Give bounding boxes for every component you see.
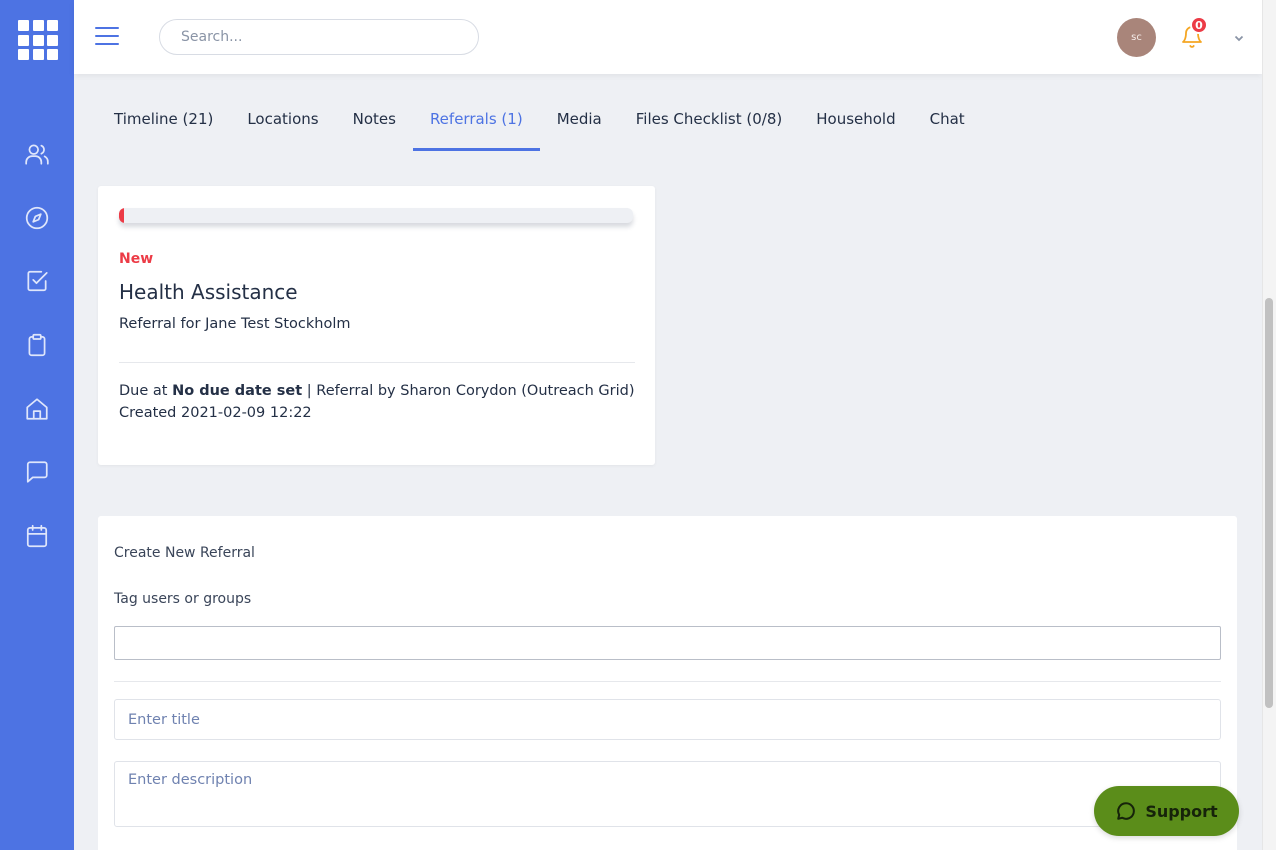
referral-created: Created 2021-02-09 12:22 bbox=[119, 405, 312, 421]
clipboard-icon[interactable] bbox=[24, 332, 50, 358]
chat-icon[interactable] bbox=[24, 459, 50, 485]
chevron-down-icon[interactable] bbox=[1233, 29, 1247, 43]
notification-count-badge: 0 bbox=[1190, 16, 1208, 34]
tab-timeline[interactable]: Timeline (21) bbox=[97, 98, 230, 150]
divider bbox=[119, 362, 635, 363]
referral-meta: Due at No due date set | Referral by Sha… bbox=[119, 380, 635, 424]
referral-progress-bar bbox=[119, 208, 633, 223]
tab-files-checklist[interactable]: Files Checklist (0/8) bbox=[619, 98, 799, 150]
referral-card[interactable]: New Health Assistance Referral for Jane … bbox=[98, 186, 655, 465]
tag-users-label: Tag users or groups bbox=[114, 591, 252, 607]
support-label: Support bbox=[1145, 801, 1218, 821]
tab-media[interactable]: Media bbox=[540, 98, 619, 150]
referral-subtitle: Referral for Jane Test Stockholm bbox=[119, 316, 351, 332]
referral-status: New bbox=[119, 251, 154, 267]
menu-icon[interactable] bbox=[95, 27, 119, 47]
home-icon[interactable] bbox=[24, 396, 50, 422]
users-icon[interactable] bbox=[24, 141, 50, 167]
checkbox-icon[interactable] bbox=[24, 268, 50, 294]
sidebar bbox=[0, 0, 74, 850]
tab-locations[interactable]: Locations bbox=[230, 98, 335, 150]
tag-users-input[interactable] bbox=[114, 626, 1221, 660]
tab-chat[interactable]: Chat bbox=[913, 98, 982, 150]
divider bbox=[114, 681, 1221, 682]
support-button[interactable]: Support bbox=[1094, 786, 1239, 836]
tab-bar: Timeline (21) Locations Notes Referrals … bbox=[97, 98, 982, 152]
referral-title: Health Assistance bbox=[119, 280, 298, 304]
top-bar: sc 0 bbox=[74, 0, 1262, 74]
due-value: No due date set bbox=[172, 383, 303, 399]
calendar-icon[interactable] bbox=[24, 523, 50, 549]
referral-by: | Referral by Sharon Corydon (Outreach G… bbox=[306, 383, 635, 399]
tab-household[interactable]: Household bbox=[799, 98, 912, 150]
referral-due-line: Due at No due date set | Referral by Sha… bbox=[119, 380, 635, 402]
create-referral-heading: Create New Referral bbox=[114, 545, 255, 561]
search-input[interactable] bbox=[159, 19, 479, 55]
create-referral-panel: Create New Referral Tag users or groups bbox=[98, 516, 1237, 850]
avatar[interactable]: sc bbox=[1117, 18, 1156, 57]
due-prefix: Due at bbox=[119, 383, 168, 399]
tab-referrals[interactable]: Referrals (1) bbox=[412, 98, 540, 151]
referral-title-input[interactable] bbox=[114, 699, 1221, 740]
apps-grid-icon[interactable] bbox=[18, 20, 58, 60]
referral-progress-fill bbox=[119, 208, 125, 223]
scrollbar-thumb[interactable] bbox=[1265, 298, 1273, 708]
referral-description-input[interactable] bbox=[114, 761, 1221, 827]
tab-notes[interactable]: Notes bbox=[336, 98, 413, 150]
chat-bubble-icon bbox=[1117, 802, 1136, 820]
compass-icon[interactable] bbox=[24, 205, 50, 231]
